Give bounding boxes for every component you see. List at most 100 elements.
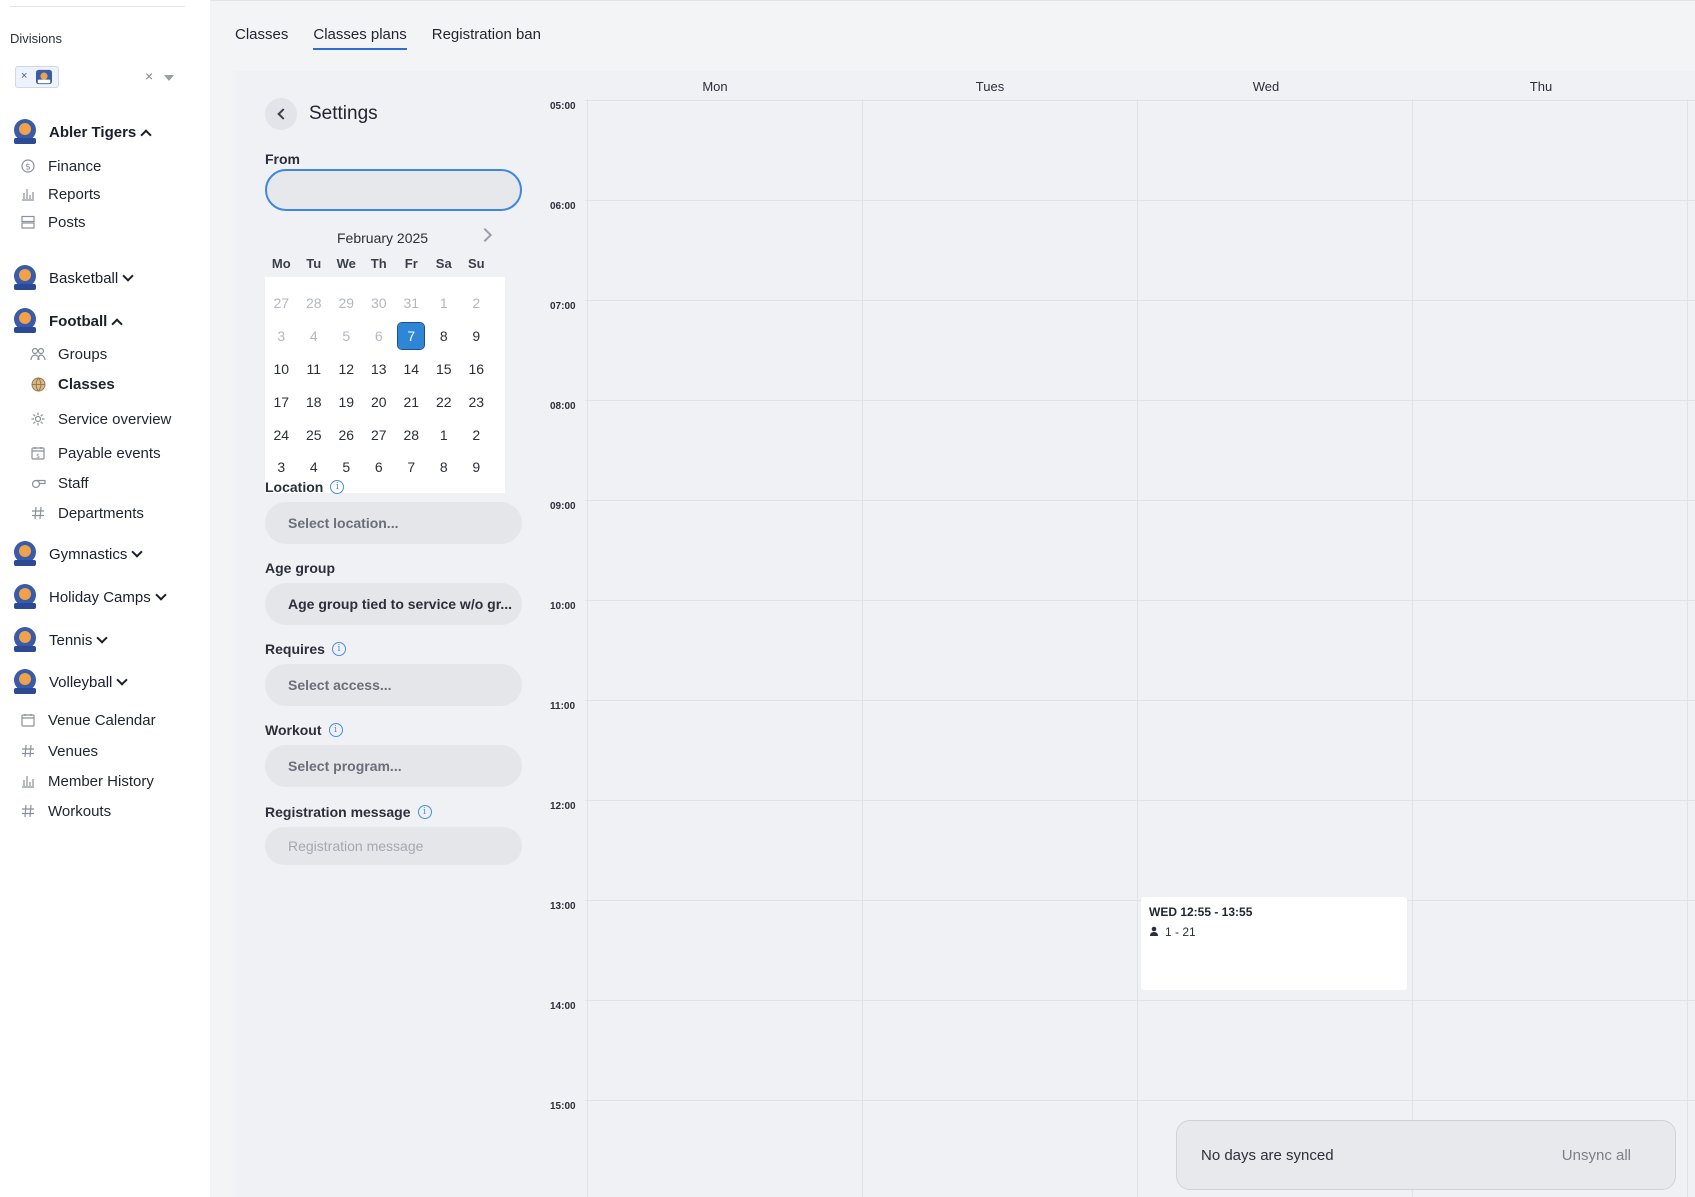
age-group-select[interactable]: Age group tied to service w/o gr... (265, 583, 522, 625)
calendar-day[interactable]: 5 (330, 323, 363, 349)
calendar-day[interactable]: 3 (265, 323, 298, 349)
calendar-day[interactable]: 29 (330, 290, 363, 316)
clear-divisions-icon[interactable]: × (145, 68, 153, 84)
calendar-day[interactable]: 17 (265, 389, 298, 415)
calendar-day[interactable]: 15 (428, 356, 461, 382)
calendar-day[interactable]: 22 (428, 389, 461, 415)
tiger-logo-icon (14, 627, 36, 652)
sidebar-item-finance[interactable]: $ Finance (20, 155, 101, 177)
calendar-day[interactable]: 10 (265, 356, 298, 382)
calendar-day[interactable]: 28 (395, 422, 428, 448)
dropdown-caret-icon[interactable] (164, 75, 174, 81)
calendar-day[interactable]: 8 (428, 323, 461, 349)
tiger-logo-icon (36, 69, 52, 85)
class-event-card[interactable]: WED 12:55 - 13:55 1 - 21 (1141, 897, 1407, 990)
info-icon[interactable]: i (417, 805, 432, 819)
calendar-day[interactable]: 2 (460, 422, 493, 448)
hour-line (585, 100, 1695, 101)
calendar-day[interactable]: 25 (298, 422, 331, 448)
chevron-down-icon[interactable] (96, 631, 109, 644)
sidebar-item-staff[interactable]: Staff (30, 472, 89, 494)
main-content: Classes Classes plans Registration ban S… (210, 0, 1695, 1197)
sidebar-item-groups[interactable]: Groups (30, 343, 107, 365)
calendar-day[interactable]: 6 (363, 323, 396, 349)
calendar-day[interactable]: 9 (460, 323, 493, 349)
from-label-text: From (265, 151, 300, 167)
division-chip[interactable]: × (15, 66, 59, 88)
chevron-down-icon[interactable] (155, 588, 167, 601)
calendar-day[interactable]: 20 (363, 389, 396, 415)
team-volleyball[interactable]: Volleyball (10, 666, 129, 698)
info-icon[interactable]: i (330, 480, 345, 494)
sidebar-item-reports[interactable]: Reports (20, 183, 101, 205)
sidebar-item-departments[interactable]: Departments (30, 502, 144, 524)
calendar-day[interactable]: 23 (460, 389, 493, 415)
calendar-day[interactable]: 2 (460, 290, 493, 316)
from-date-input[interactable] (265, 169, 522, 211)
team-football[interactable]: Football (10, 305, 123, 337)
requires-select[interactable]: Select access... (265, 664, 522, 706)
calendar-week-row: 17 18 19 20 21 22 23 (265, 385, 505, 418)
calendar-day[interactable]: 5 (330, 454, 363, 480)
sidebar-item-venues[interactable]: Venues (20, 740, 98, 762)
team-basketball[interactable]: Basketball (10, 262, 134, 294)
dollar-icon: $ (20, 158, 36, 174)
chevron-down-icon[interactable] (122, 269, 134, 282)
calendar-day[interactable]: 9 (460, 454, 493, 480)
chip-remove-icon[interactable]: × (21, 70, 27, 82)
calendar-day-selected[interactable]: 7 (397, 322, 426, 351)
chevron-up-icon[interactable] (140, 128, 152, 141)
info-icon[interactable]: i (328, 723, 343, 737)
divisions-select[interactable]: × × (10, 63, 180, 91)
calendar-day[interactable]: 24 (265, 422, 298, 448)
calendar-day[interactable]: 7 (395, 454, 428, 480)
info-icon[interactable]: i (331, 642, 346, 656)
calendar-day[interactable]: 18 (298, 389, 331, 415)
sidebar-item-venue-calendar[interactable]: Venue Calendar (20, 709, 156, 731)
calendar-day[interactable]: 27 (265, 290, 298, 316)
tab-registration-ban[interactable]: Registration ban (432, 26, 541, 50)
back-button[interactable] (265, 98, 297, 130)
calendar-day[interactable]: 26 (330, 422, 363, 448)
calendar-day[interactable]: 8 (428, 454, 461, 480)
calendar-day[interactable]: 19 (330, 389, 363, 415)
calendar-day[interactable]: 6 (363, 454, 396, 480)
calendar-day[interactable]: 14 (395, 356, 428, 382)
calendar-day[interactable]: 1 (428, 290, 461, 316)
sidebar-item-service-overview[interactable]: Service overview (30, 408, 171, 430)
sidebar-item-payable-events[interactable]: $ Payable events (30, 442, 161, 464)
calendar-day[interactable]: 30 (363, 290, 396, 316)
workout-select[interactable]: Select program... (265, 745, 522, 787)
calendar-day[interactable]: 4 (298, 323, 331, 349)
chevron-down-icon[interactable] (131, 545, 144, 558)
sidebar-item-member-history[interactable]: Member History (20, 770, 154, 792)
team-holiday-camps[interactable]: Holiday Camps (10, 581, 167, 613)
calendar-day[interactable]: 12 (330, 356, 363, 382)
unsync-all-button[interactable]: Unsync all (1562, 1147, 1631, 1164)
calendar-day[interactable]: 3 (265, 454, 298, 480)
chevron-down-icon[interactable] (116, 673, 129, 686)
calendar-day[interactable]: 28 (298, 290, 331, 316)
chevron-right-icon[interactable] (477, 227, 493, 243)
calendar-day[interactable]: 11 (298, 356, 331, 382)
location-select[interactable]: Select location... (265, 502, 522, 544)
sidebar-item-classes[interactable]: Classes (30, 373, 115, 395)
team-tennis[interactable]: Tennis (10, 624, 109, 656)
sidebar-item-workouts[interactable]: Workouts (20, 800, 111, 822)
calendar-day[interactable]: 4 (298, 454, 331, 480)
sidebar: Divisions × × Abler Tigers $ Finance Rep… (0, 0, 210, 1197)
tab-classes-plans[interactable]: Classes plans (313, 26, 407, 50)
calendar-day[interactable]: 13 (363, 356, 396, 382)
team-abler-tigers[interactable]: Abler Tigers (10, 116, 152, 148)
team-gymnastics[interactable]: Gymnastics (10, 538, 144, 570)
calendar-day[interactable]: 21 (395, 389, 428, 415)
registration-message-input[interactable]: Registration message (265, 827, 522, 865)
calendar-day[interactable]: 16 (460, 356, 493, 382)
calendar-day[interactable]: 31 (395, 290, 428, 316)
calendar-day[interactable]: 1 (428, 422, 461, 448)
chevron-up-icon[interactable] (111, 317, 123, 330)
weekday-label: We (336, 256, 356, 271)
calendar-day[interactable]: 27 (363, 422, 396, 448)
tab-classes[interactable]: Classes (235, 26, 288, 50)
sidebar-item-posts[interactable]: Posts (20, 211, 86, 233)
